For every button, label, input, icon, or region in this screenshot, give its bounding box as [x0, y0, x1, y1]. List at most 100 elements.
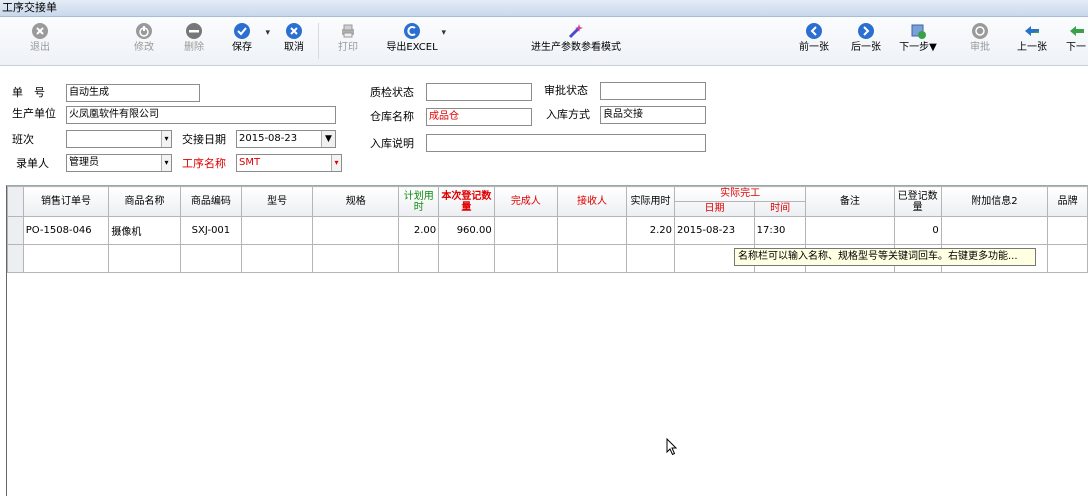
- delete-button[interactable]: 删除: [176, 19, 212, 65]
- empty-cell[interactable]: [438, 244, 495, 273]
- inbound-method-label: 入库方式: [546, 108, 590, 121]
- col-sales-order[interactable]: 销售订单号: [22, 186, 110, 217]
- exit-button[interactable]: 退出: [22, 19, 58, 65]
- empty-cell[interactable]: [312, 244, 400, 273]
- entered-by-label: 录单人: [16, 157, 49, 170]
- order-no-field[interactable]: 自动生成: [66, 84, 200, 102]
- cell-model[interactable]: [241, 216, 314, 245]
- cell-brand[interactable]: [1047, 216, 1088, 245]
- cell-this-qty[interactable]: 960.00: [438, 216, 495, 245]
- prev-one-button[interactable]: 上一张: [1014, 19, 1050, 65]
- cell-sales-order[interactable]: PO-1508-046: [22, 216, 110, 245]
- col-brand[interactable]: 品牌: [1047, 186, 1088, 217]
- chevron-down-icon[interactable]: ▾: [161, 131, 171, 147]
- empty-cell[interactable]: [556, 244, 628, 273]
- save-button[interactable]: 保存 ▾: [224, 19, 270, 65]
- next-one-label: 下一: [1066, 42, 1086, 53]
- col-product-name[interactable]: 商品名称: [108, 186, 181, 217]
- shift-select[interactable]: ▾: [66, 130, 172, 148]
- cell-spec[interactable]: [312, 216, 400, 245]
- approve-button[interactable]: 审批: [962, 19, 998, 65]
- col-extra-info2[interactable]: 附加信息2: [940, 186, 1049, 217]
- cell-product-code[interactable]: SXJ-001: [179, 216, 243, 245]
- prev-sheet-button[interactable]: 前一张: [796, 19, 832, 65]
- empty-cell[interactable]: [179, 244, 243, 273]
- delete-label: 删除: [184, 42, 204, 53]
- arrow-left-icon: [806, 23, 822, 39]
- next-step-button[interactable]: 下一步▼: [896, 19, 940, 65]
- param-mode-button[interactable]: 进生产参数参看模式: [520, 19, 632, 65]
- inbound-method-field[interactable]: 良品交接: [600, 106, 706, 124]
- cell-time[interactable]: 17:30: [753, 216, 807, 245]
- col-time[interactable]: 时间: [755, 202, 805, 216]
- col-receiver[interactable]: 接收人: [556, 186, 628, 217]
- prod-unit-field[interactable]: 火凤凰软件有限公司: [66, 106, 336, 124]
- col-remark[interactable]: 备注: [805, 186, 895, 217]
- edit-button[interactable]: 修改: [126, 19, 162, 65]
- col-actual-time[interactable]: 实际用时: [626, 186, 675, 217]
- col-model[interactable]: 型号: [241, 186, 314, 217]
- prod-unit-label: 生产单位: [12, 107, 56, 120]
- export-excel-button[interactable]: 导出EXCEL ▾: [382, 19, 446, 65]
- cell-planned-time[interactable]: 2.00: [398, 216, 440, 245]
- order-no-value: 自动生成: [69, 87, 109, 98]
- row-header[interactable]: [7, 244, 24, 273]
- toolbar: 退出 修改 删除 保存 ▾ 取消 打印 导出EXCEL ▾ 进生产参数参看模式 …: [0, 17, 1088, 66]
- cell-extra-info2[interactable]: [940, 216, 1049, 245]
- print-button[interactable]: 打印: [330, 19, 366, 65]
- cancel-label: 取消: [284, 42, 304, 53]
- empty-cell[interactable]: [1047, 244, 1088, 273]
- cell-product-name[interactable]: 摄像机: [108, 216, 181, 245]
- warehouse-field[interactable]: 成品仓: [426, 108, 532, 126]
- save-dropdown-icon[interactable]: ▾: [265, 28, 270, 38]
- entered-by-select[interactable]: 管理员 ▾: [66, 154, 172, 172]
- cell-remark[interactable]: [805, 216, 895, 245]
- cell-receiver[interactable]: [556, 216, 628, 245]
- empty-cell[interactable]: [626, 244, 675, 273]
- chevron-down-icon[interactable]: ▼: [321, 131, 335, 147]
- next-sheet-button[interactable]: 后一张: [848, 19, 884, 65]
- cell-date[interactable]: 2015-08-23: [673, 216, 755, 245]
- process-name-select[interactable]: SMT ▾: [236, 154, 342, 172]
- cancel-button[interactable]: 取消: [276, 19, 312, 65]
- table-row[interactable]: PO-1508-046 摄像机 SXJ-001 2.00 960.00 2.20…: [7, 216, 1088, 245]
- hint-tooltip: 名称栏可以输入名称、规格型号等关键词回车。右键更多功能...: [734, 248, 1036, 266]
- empty-cell[interactable]: [241, 244, 314, 273]
- col-product-code[interactable]: 商品编码: [179, 186, 243, 217]
- handover-date-picker[interactable]: 2015-08-23 ▼: [236, 130, 336, 148]
- next-one-button[interactable]: 下一: [1066, 19, 1088, 65]
- col-actual-finish[interactable]: 实际完工 日期 时间: [673, 186, 807, 217]
- detail-grid[interactable]: 销售订单号 商品名称 商品编码 型号 规格 计划用时 本次登记数量 完成人 接收…: [6, 185, 1088, 496]
- edit-label: 修改: [134, 42, 154, 53]
- col-date[interactable]: 日期: [675, 202, 755, 216]
- col-finisher[interactable]: 完成人: [493, 186, 558, 217]
- cell-registered-qty[interactable]: 0: [893, 216, 942, 245]
- row-header[interactable]: [7, 216, 24, 245]
- cell-actual-time[interactable]: 2.20: [626, 216, 675, 245]
- col-planned-time[interactable]: 计划用时: [398, 186, 440, 217]
- col-this-qty[interactable]: 本次登记数量: [438, 186, 495, 217]
- approval-status-field[interactable]: [600, 82, 706, 100]
- warehouse-label: 仓库名称: [370, 110, 414, 123]
- cell-finisher[interactable]: [493, 216, 558, 245]
- grid-header-row: 销售订单号 商品名称 商品编码 型号 规格 计划用时 本次登记数量 完成人 接收…: [7, 186, 1088, 217]
- empty-cell[interactable]: [398, 244, 440, 273]
- export-dropdown-icon[interactable]: ▾: [441, 28, 446, 38]
- qc-status-field[interactable]: [426, 83, 532, 101]
- empty-cell[interactable]: [108, 244, 181, 273]
- col-registered-qty[interactable]: 已登记数量: [893, 186, 942, 217]
- col-spec[interactable]: 规格: [312, 186, 400, 217]
- chevron-down-icon[interactable]: ▾: [331, 155, 341, 171]
- mouse-cursor-icon: [666, 438, 678, 456]
- toolbar-separator: [318, 23, 319, 59]
- hint-tooltip-text: 名称栏可以输入名称、规格型号等关键词回车。右键更多功能...: [738, 251, 1018, 262]
- empty-cell[interactable]: [22, 244, 110, 273]
- chevron-down-icon[interactable]: ▾: [161, 155, 171, 171]
- inbound-note-label: 入库说明: [370, 137, 414, 150]
- prod-unit-value: 火凤凰软件有限公司: [69, 109, 159, 120]
- window-titlebar: 工序交接单: [0, 0, 1088, 17]
- inbound-note-field[interactable]: [426, 134, 706, 152]
- magic-wand-icon: [568, 24, 583, 39]
- order-no-label: 单 号: [12, 86, 45, 99]
- empty-cell[interactable]: [493, 244, 558, 273]
